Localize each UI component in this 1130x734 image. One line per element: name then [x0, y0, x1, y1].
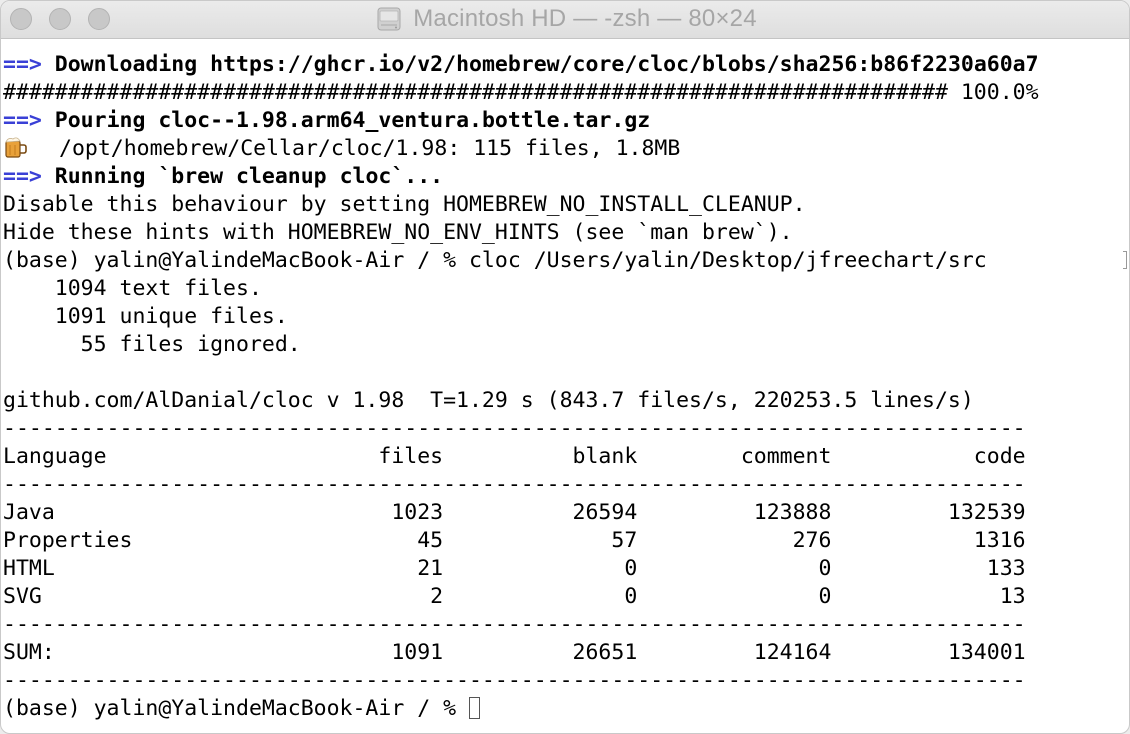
hint-line: Disable this behaviour by setting HOMEBR… — [3, 192, 806, 217]
terminal-output[interactable]: ==> Downloading https://ghcr.io/v2/homeb… — [3, 51, 1123, 723]
hard-disk-icon — [377, 7, 401, 31]
title-bar[interactable]: Macintosh HD — -zsh — 80×24 — [1, 1, 1129, 39]
installed-text: /opt/homebrew/Cellar/cloc/1.98: 115 file… — [59, 136, 681, 161]
text-cursor — [469, 697, 480, 719]
progress-line: ########################################… — [3, 80, 1039, 105]
arrow-prefix: ==> — [3, 164, 42, 189]
cleanup-text: Running `brew cleanup cloc`... — [54, 164, 444, 189]
divider-line: ----------------------------------------… — [3, 472, 1026, 497]
divider-line: ----------------------------------------… — [3, 416, 1026, 441]
terminal-line: ==> Running `brew cleanup cloc`... — [3, 163, 1123, 191]
stats-line: 55 files ignored. — [3, 332, 301, 357]
prompt-line: (base) yalin@YalindeMacBook-Air / % — [3, 695, 1123, 723]
hint-line: Hide these hints with HOMEBREW_NO_ENV_HI… — [3, 220, 793, 245]
table-header: Language files blank comment code — [3, 444, 1026, 469]
arrow-prefix: ==> — [3, 52, 42, 77]
stats-line: 1091 unique files. — [3, 304, 288, 329]
table-row: Java 1023 26594 123888 132539 — [3, 500, 1026, 525]
beer-mug-icon — [5, 137, 27, 158]
summary-line: github.com/AlDanial/cloc v 1.98 T=1.29 s… — [3, 388, 974, 413]
divider-line: ----------------------------------------… — [3, 668, 1026, 693]
window-title-group: Macintosh HD — -zsh — 80×24 — [1, 1, 1129, 37]
table-row: Properties 45 57 276 1316 — [3, 528, 1026, 553]
download-text: Downloading https://ghcr.io/v2/homebrew/… — [54, 52, 1039, 77]
scroll-marker[interactable] — [1123, 251, 1127, 269]
pour-text: Pouring cloc--1.98.arm64_ventura.bottle.… — [54, 108, 651, 133]
divider-line: ----------------------------------------… — [3, 612, 1026, 637]
terminal-line: ==> Downloading https://ghcr.io/v2/homeb… — [3, 51, 1123, 79]
table-row: SVG 2 0 0 13 — [3, 584, 1026, 609]
stats-line: 1094 text files. — [3, 276, 262, 301]
terminal-window: Macintosh HD — -zsh — 80×24 ==> Download… — [0, 0, 1130, 734]
arrow-prefix: ==> — [3, 108, 42, 133]
window-title: Macintosh HD — -zsh — 80×24 — [413, 5, 757, 32]
prompt-text: (base) yalin@YalindeMacBook-Air / % — [3, 696, 469, 721]
table-row: HTML 21 0 0 133 — [3, 556, 1026, 581]
command-line: (base) yalin@YalindeMacBook-Air / % cloc… — [3, 248, 987, 273]
sum-row: SUM: 1091 26651 124164 134001 — [3, 640, 1026, 665]
terminal-line: ==> Pouring cloc--1.98.arm64_ventura.bot… — [3, 107, 1123, 135]
terminal-line: /opt/homebrew/Cellar/cloc/1.98: 115 file… — [3, 135, 1123, 163]
